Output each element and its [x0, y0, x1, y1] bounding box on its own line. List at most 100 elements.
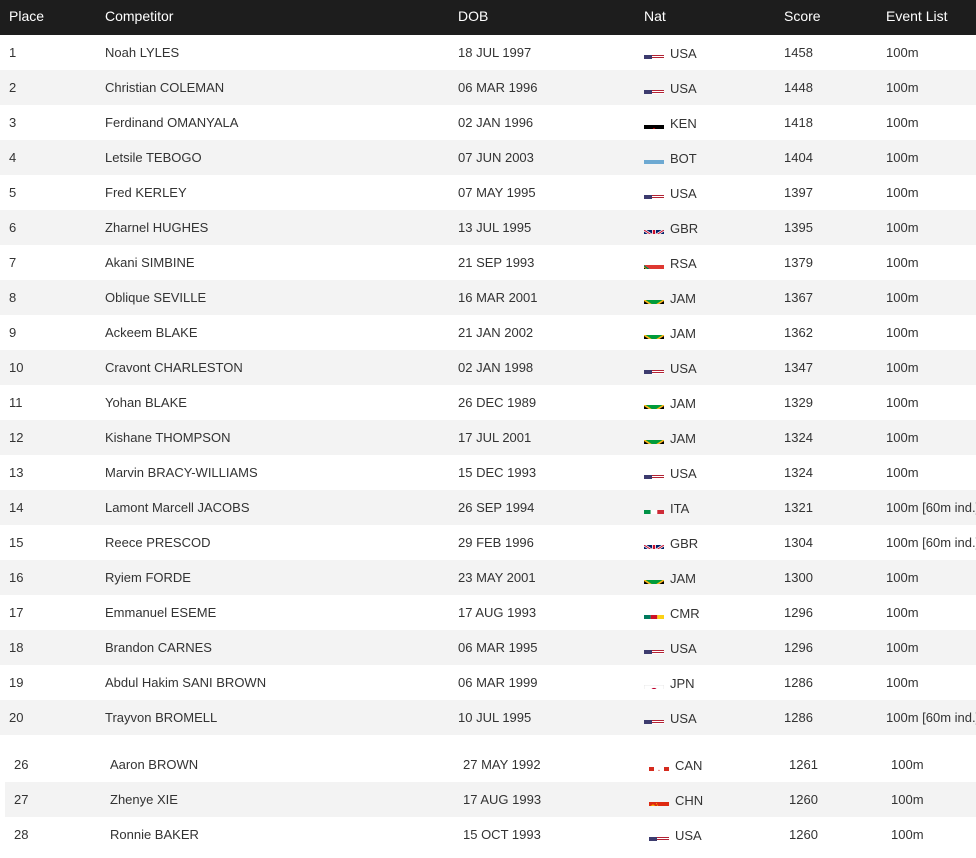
place-cell: 1: [9, 45, 17, 60]
nat-cell: JAM: [644, 315, 696, 351]
usa-flag-icon: [644, 711, 664, 724]
competitor-name-link[interactable]: Ferdinand OMANYALA: [105, 105, 238, 140]
competitor-name-link[interactable]: Aaron BROWN: [110, 747, 198, 782]
table-row[interactable]: 20 Trayvon BROMELL 10 JUL 1995 USA 1286 100m …: [0, 700, 976, 735]
competitor-name-link[interactable]: Reece PRESCOD: [105, 525, 210, 560]
competitor-name-link[interactable]: Oblique SEVILLE: [105, 280, 206, 315]
table-row[interactable]: 7 Akani SIMBINE 21 SEP 1993 RSA 1379 100m: [0, 245, 976, 280]
nat-cell: BOT: [644, 140, 697, 176]
table-row[interactable]: 3 Ferdinand OMANYALA 02 JAN 1996 KEN 1418 100…: [0, 105, 976, 140]
ken-flag-icon: [644, 116, 664, 129]
nat-cell: JAM: [644, 280, 696, 316]
nat-cell: KEN: [644, 105, 697, 141]
table-row[interactable]: 17 Emmanuel ESEME 17 AUG 1993 CMR 1296 100m: [0, 595, 976, 630]
table-row[interactable]: 14 Lamont Marcell JACOBS 26 SEP 1994 ITA 132…: [0, 490, 976, 525]
place-cell: 10: [9, 360, 24, 375]
competitor-name-link[interactable]: Emmanuel ESEME: [105, 595, 216, 630]
table-row[interactable]: 6 Zharnel HUGHES 13 JUL 1995 GBR 1395 100m: [0, 210, 976, 245]
jam-flag-icon: [644, 291, 664, 304]
event-list-cell: 100m: [891, 792, 924, 807]
place-cell: 9: [9, 325, 17, 340]
nat-cell: CAN: [649, 747, 702, 783]
table-row[interactable]: 12 Kishane THOMPSON 17 JUL 2001 JAM 1324 100m: [0, 420, 976, 455]
nat-code: USA: [670, 711, 697, 727]
column-header-dob[interactable]: DOB: [458, 0, 488, 33]
score-cell: 1418: [784, 115, 813, 130]
nat-code: USA: [670, 641, 697, 657]
nat-code: ITA: [670, 501, 690, 517]
column-header-event-list[interactable]: Event List: [886, 0, 947, 33]
column-header-competitor[interactable]: Competitor: [105, 0, 173, 33]
nat-code: USA: [675, 828, 702, 844]
table-row[interactable]: 5 Fred KERLEY 07 MAY 1995 USA 1397 100m: [0, 175, 976, 210]
dob-cell: 10 JUL 1995: [458, 710, 532, 725]
place-cell: 26: [14, 757, 29, 772]
competitor-name-link[interactable]: Zharnel HUGHES: [105, 210, 208, 245]
place-cell: 2: [9, 80, 17, 95]
table-row[interactable]: 13 Marvin BRACY-WILLIAMS 15 DEC 1993 USA 132…: [0, 455, 976, 490]
usa-flag-icon: [644, 186, 664, 199]
table-row[interactable]: 10 Cravont CHARLESTON 02 JAN 1998 USA 1347 10…: [0, 350, 976, 385]
competitor-name-link[interactable]: Ronnie BAKER: [110, 817, 199, 852]
dob-cell: 02 JAN 1998: [458, 360, 534, 375]
competitor-name-link[interactable]: Lamont Marcell JACOBS: [105, 490, 250, 525]
table-row[interactable]: 27 Zhenye XIE 17 AUG 1993 CHN 1260 100m: [5, 782, 976, 817]
column-header-place[interactable]: Place: [9, 0, 44, 33]
nat-cell: GBR: [644, 210, 698, 246]
competitor-name-link[interactable]: Ryiem FORDE: [105, 560, 191, 595]
nat-cell: CMR: [644, 595, 700, 631]
competitor-name-link[interactable]: Trayvon BROMELL: [105, 700, 217, 735]
table-row[interactable]: 1 Noah LYLES 18 JUL 1997 USA 1458 100m: [0, 35, 976, 70]
competitor-name-link[interactable]: Abdul Hakim SANI BROWN: [105, 665, 266, 700]
table-row[interactable]: 28 Ronnie BAKER 15 OCT 1993 USA 1260 100m: [5, 817, 976, 852]
nat-code: USA: [670, 186, 697, 202]
competitor-name-link[interactable]: Fred KERLEY: [105, 175, 187, 210]
event-list-cell: 100m: [886, 45, 919, 60]
table-row[interactable]: 16 Ryiem FORDE 23 MAY 2001 JAM 1300 100m: [0, 560, 976, 595]
event-list-cell: 100m [60m ind.]: [886, 500, 976, 515]
place-cell: 28: [14, 827, 29, 842]
usa-flag-icon: [644, 46, 664, 59]
gbr-flag-icon: [644, 221, 664, 234]
dob-cell: 02 JAN 1996: [458, 115, 534, 130]
table-row[interactable]: 11 Yohan BLAKE 26 DEC 1989 JAM 1329 100m: [0, 385, 976, 420]
place-cell: 7: [9, 255, 17, 270]
competitor-name-link[interactable]: Noah LYLES: [105, 35, 179, 70]
competitor-name-link[interactable]: Zhenye XIE: [110, 782, 178, 817]
competitor-name-link[interactable]: Christian COLEMAN: [105, 70, 224, 105]
competitor-name-link[interactable]: Cravont CHARLESTON: [105, 350, 243, 385]
competitor-name-link[interactable]: Marvin BRACY-WILLIAMS: [105, 455, 258, 490]
table-row[interactable]: 19 Abdul Hakim SANI BROWN 06 MAR 1999 JPN 12…: [0, 665, 976, 700]
table-row[interactable]: 4 Letsile TEBOGO 07 JUN 2003 BOT 1404 100m: [0, 140, 976, 175]
dob-cell: 27 MAY 1992: [463, 757, 541, 772]
table-row[interactable]: 9 Ackeem BLAKE 21 JAN 2002 JAM 1362 100m: [0, 315, 976, 350]
place-cell: 6: [9, 220, 17, 235]
dob-cell: 15 DEC 1993: [458, 465, 537, 480]
competitor-name-link[interactable]: Yohan BLAKE: [105, 385, 187, 420]
table-row[interactable]: 18 Brandon CARNES 06 MAR 1995 USA 1296 100m: [0, 630, 976, 665]
ita-flag-icon: [644, 501, 664, 514]
table-row[interactable]: 26 Aaron BROWN 27 MAY 1992 CAN 1261 100m: [5, 747, 976, 782]
competitor-name-link[interactable]: Letsile TEBOGO: [105, 140, 202, 175]
bot-flag-icon: [644, 151, 664, 164]
column-header-nat[interactable]: Nat: [644, 0, 666, 33]
dob-cell: 06 MAR 1996: [458, 80, 538, 95]
table-row[interactable]: 2 Christian COLEMAN 06 MAR 1996 USA 1448 100m: [0, 70, 976, 105]
competitor-name-link[interactable]: Ackeem BLAKE: [105, 315, 198, 350]
competitor-name-link[interactable]: Brandon CARNES: [105, 630, 212, 665]
gbr-flag-icon: [644, 536, 664, 549]
table-row[interactable]: 8 Oblique SEVILLE 16 MAR 2001 JAM 1367 100m: [0, 280, 976, 315]
dob-cell: 06 MAR 1995: [458, 640, 538, 655]
competitor-name-link[interactable]: Kishane THOMPSON: [105, 420, 230, 455]
competitor-name-link[interactable]: Akani SIMBINE: [105, 245, 195, 280]
dob-cell: 26 DEC 1989: [458, 395, 537, 410]
dob-cell: 13 JUL 1995: [458, 220, 532, 235]
column-header-score[interactable]: Score: [784, 0, 821, 33]
event-list-cell: 100m: [886, 430, 919, 445]
event-list-cell: 100m: [886, 605, 919, 620]
dob-cell: 06 MAR 1999: [458, 675, 538, 690]
dob-cell: 26 SEP 1994: [458, 500, 535, 515]
table-row[interactable]: 15 Reece PRESCOD 29 FEB 1996 GBR 1304 100m [6…: [0, 525, 976, 560]
nat-cell: ITA: [644, 490, 689, 526]
dob-cell: 29 FEB 1996: [458, 535, 534, 550]
